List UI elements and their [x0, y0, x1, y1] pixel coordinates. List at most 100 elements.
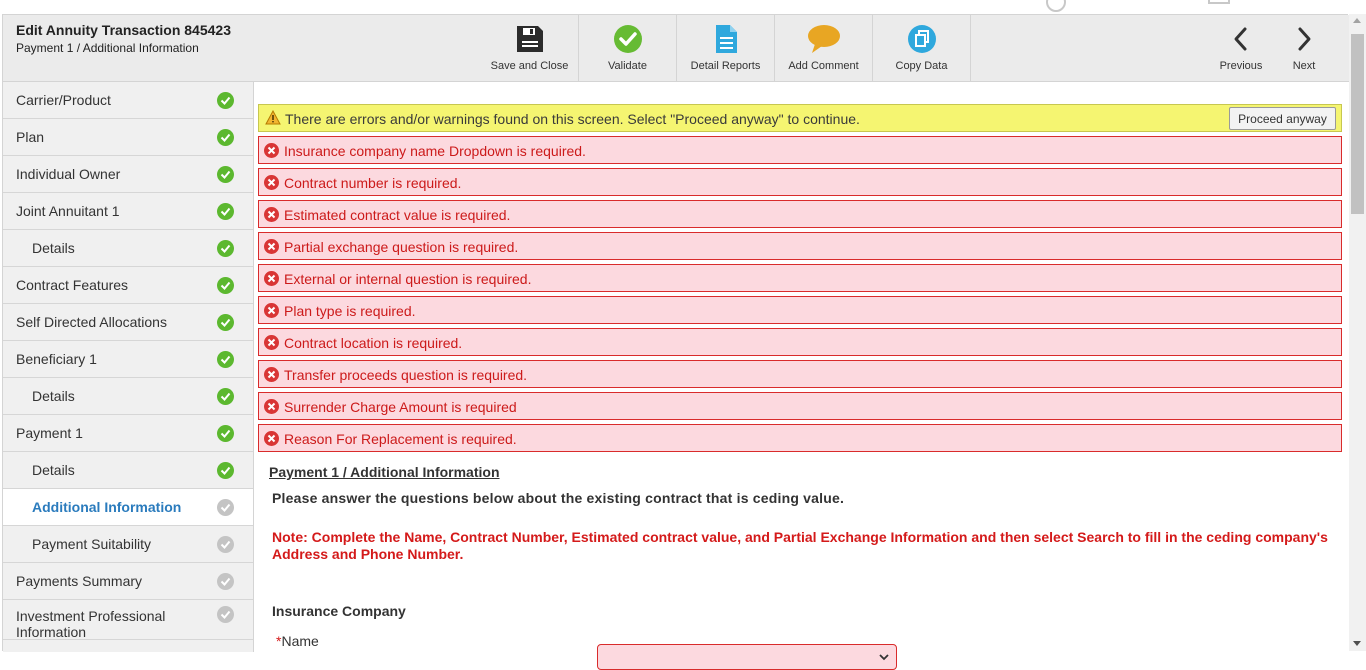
- detail-reports-label: Detail Reports: [690, 60, 761, 72]
- scroll-down-arrow-icon[interactable]: [1353, 641, 1361, 646]
- main-content: There are errors and/or warnings found o…: [257, 82, 1349, 670]
- error-icon: [264, 399, 279, 414]
- sidebar-item-beneficiary-details[interactable]: Details: [3, 378, 253, 415]
- check-circle-icon: [217, 388, 234, 405]
- check-circle-icon: [217, 277, 234, 294]
- add-comment-button[interactable]: Add Comment: [775, 15, 873, 81]
- error-text: Contract location is required.: [284, 335, 463, 351]
- error-icon: [264, 175, 279, 190]
- validate-label: Validate: [608, 60, 647, 72]
- sidebar-item-investment-professional-information[interactable]: Investment Professional Information: [3, 600, 253, 640]
- sidebar-item-label: Beneficiary 1: [16, 351, 97, 367]
- browser-top-strip: [0, 0, 1366, 14]
- warning-banner: There are errors and/or warnings found o…: [258, 104, 1342, 132]
- check-circle-icon: [217, 573, 234, 590]
- next-button[interactable]: Next: [1274, 15, 1334, 81]
- sidebar-item-label: Investment Professional Information: [16, 608, 166, 640]
- proceed-anyway-button[interactable]: Proceed anyway: [1229, 107, 1336, 130]
- error-message: Plan type is required.: [258, 296, 1342, 324]
- sidebar-nav: Carrier/Product Plan Individual Owner Jo…: [3, 82, 254, 652]
- name-field-label: *Name: [276, 633, 319, 649]
- page-title: Edit Annuity Transaction 845423: [16, 22, 231, 38]
- intro-text: Please answer the questions below about …: [272, 490, 845, 506]
- error-text: Contract number is required.: [284, 175, 462, 191]
- sidebar-item-individual-owner[interactable]: Individual Owner: [3, 156, 253, 193]
- copy-data-label: Copy Data: [895, 60, 948, 72]
- sidebar-item-label: Payment Suitability: [32, 536, 152, 552]
- previous-label: Previous: [1219, 60, 1263, 72]
- check-circle-icon: [217, 240, 234, 257]
- sidebar-item-payment-details[interactable]: Details: [3, 452, 253, 489]
- error-message: Partial exchange question is required.: [258, 232, 1342, 260]
- sidebar-item-payment-suitability[interactable]: Payment Suitability: [3, 526, 253, 563]
- warning-message: There are errors and/or warnings found o…: [285, 111, 860, 127]
- previous-button[interactable]: Previous: [1211, 15, 1271, 81]
- error-text: Insurance company name Dropdown is requi…: [284, 143, 586, 159]
- error-message: External or internal question is require…: [258, 264, 1342, 292]
- calendar-icon: [1208, 0, 1230, 4]
- check-circle-icon: [217, 129, 234, 146]
- sidebar-item-self-directed-allocations[interactable]: Self Directed Allocations: [3, 304, 253, 341]
- error-icon: [264, 303, 279, 318]
- insurance-company-heading: Insurance Company: [272, 603, 406, 619]
- insurance-company-name-select[interactable]: [597, 644, 897, 670]
- error-icon: [264, 207, 279, 222]
- page-scrollbar[interactable]: [1349, 14, 1366, 651]
- error-message: Contract number is required.: [258, 168, 1342, 196]
- check-circle-icon: [217, 425, 234, 442]
- sidebar-item-plan[interactable]: Plan: [3, 119, 253, 156]
- error-message: Reason For Replacement is required.: [258, 424, 1342, 452]
- sidebar-item-payments-summary[interactable]: Payments Summary: [3, 563, 253, 600]
- section-title: Payment 1 / Additional Information: [269, 464, 500, 480]
- sidebar-item-additional-information[interactable]: Additional Information: [3, 489, 253, 526]
- copy-icon: [907, 25, 936, 53]
- sidebar-item-label: Contract Features: [16, 277, 129, 293]
- error-text: Surrender Charge Amount is required: [284, 399, 517, 415]
- error-message: Contract location is required.: [258, 328, 1342, 356]
- check-circle-icon: [217, 351, 234, 368]
- chevron-down-icon: [879, 654, 889, 661]
- check-circle-icon: [613, 25, 642, 53]
- app-frame: Edit Annuity Transaction 845423 Payment …: [2, 14, 1349, 670]
- chevron-right-icon: [1298, 27, 1311, 51]
- page-header: Edit Annuity Transaction 845423 Payment …: [3, 15, 1349, 82]
- check-circle-icon: [217, 606, 234, 623]
- error-text: Reason For Replacement is required.: [284, 431, 517, 447]
- scrollbar-thumb[interactable]: [1351, 34, 1364, 214]
- chevron-left-icon: [1234, 27, 1247, 51]
- scroll-up-arrow-icon[interactable]: [1353, 18, 1361, 23]
- next-label: Next: [1292, 60, 1316, 72]
- sidebar-item-carrier-product[interactable]: Carrier/Product: [3, 82, 253, 119]
- sidebar-item-contract-features[interactable]: Contract Features: [3, 267, 253, 304]
- sidebar-item-joint-annuitant-1[interactable]: Joint Annuitant 1: [3, 193, 253, 230]
- sidebar-item-label: Details: [32, 388, 75, 404]
- sidebar-item-label: Plan: [16, 129, 45, 145]
- sidebar-item-label: Carrier/Product: [16, 92, 111, 108]
- check-circle-icon: [217, 314, 234, 331]
- check-circle-icon: [217, 536, 234, 553]
- error-text: Transfer proceeds question is required.: [284, 367, 528, 383]
- error-text: Plan type is required.: [284, 303, 416, 319]
- error-message: Surrender Charge Amount is required: [258, 392, 1342, 420]
- warning-icon: [265, 110, 281, 125]
- check-circle-icon: [217, 462, 234, 479]
- sidebar-item-beneficiary-1[interactable]: Beneficiary 1: [3, 341, 253, 378]
- sidebar-item-payment-1[interactable]: Payment 1: [3, 415, 253, 452]
- check-circle-icon: [217, 166, 234, 183]
- check-circle-icon: [217, 203, 234, 220]
- save-and-close-button[interactable]: Save and Close: [481, 15, 579, 81]
- copy-data-button[interactable]: Copy Data: [873, 15, 971, 81]
- sidebar-item-label: Details: [32, 240, 75, 256]
- comment-icon: [807, 25, 840, 53]
- sidebar-item-joint-annuitant-details[interactable]: Details: [3, 230, 253, 267]
- error-icon: [264, 271, 279, 286]
- save-and-close-label: Save and Close: [490, 60, 569, 72]
- validate-button[interactable]: Validate: [579, 15, 677, 81]
- check-circle-icon: [217, 92, 234, 109]
- sidebar-item-label: Joint Annuitant 1: [16, 203, 120, 219]
- error-icon: [264, 335, 279, 350]
- document-icon: [715, 25, 737, 53]
- sidebar-item-label: Payment 1: [16, 425, 83, 441]
- detail-reports-button[interactable]: Detail Reports: [677, 15, 775, 81]
- breadcrumb: Payment 1 / Additional Information: [16, 41, 199, 55]
